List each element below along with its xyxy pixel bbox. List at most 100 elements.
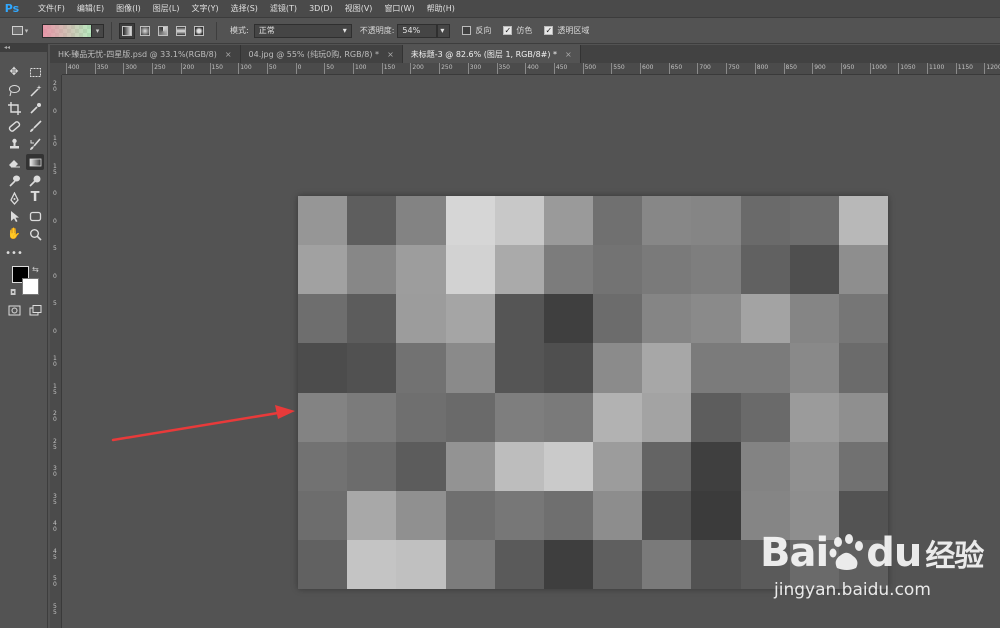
mosaic-tile — [593, 245, 643, 295]
reflected-gradient-button[interactable] — [173, 23, 189, 39]
quick-mask-icon[interactable] — [5, 302, 23, 318]
menu-item[interactable]: 视图(V) — [339, 0, 379, 18]
toolbar-collapse-button[interactable]: ◂◂ — [0, 44, 48, 52]
marquee-tool-icon[interactable] — [26, 64, 44, 80]
mosaic-tile — [396, 539, 446, 589]
vertical-ruler[interactable]: 2 0 0 1 0 1 5 0 0 5 0 5 0 1 0 1 5 2 0 2 5 3 0 3 5 4 0 4 5… — [50, 75, 62, 628]
menu-item[interactable]: 帮助(H) — [421, 0, 461, 18]
eraser-tool-icon[interactable] — [5, 154, 23, 170]
radial-gradient-icon — [140, 25, 150, 36]
clone-stamp-icon[interactable] — [5, 136, 23, 152]
mosaic-tile — [691, 441, 741, 491]
mosaic-tile — [691, 343, 741, 393]
mosaic-tile — [740, 343, 790, 393]
linear-gradient-icon — [122, 25, 132, 36]
mosaic-tile — [789, 441, 839, 491]
close-icon[interactable]: × — [565, 50, 572, 59]
menu-item[interactable]: 编辑(E) — [71, 0, 110, 18]
mosaic-tile — [593, 196, 643, 246]
mosaic-tile — [347, 294, 397, 344]
mosaic-tile — [593, 392, 643, 442]
mosaic-tile — [445, 539, 495, 589]
angle-gradient-button[interactable] — [155, 23, 171, 39]
brush-tool-icon[interactable] — [26, 118, 44, 134]
zoom-tool-icon[interactable] — [26, 226, 44, 242]
pen-tool-icon[interactable] — [5, 190, 23, 206]
close-icon[interactable]: × — [387, 50, 394, 59]
mosaic-tile — [740, 441, 790, 491]
mosaic-tile — [789, 343, 839, 393]
mosaic-tile — [691, 196, 741, 246]
gradient-swatch[interactable] — [42, 23, 92, 38]
mosaic-tile — [445, 245, 495, 295]
mosaic-tile — [347, 245, 397, 295]
ruler-tick-label: 1 0 — [53, 355, 57, 368]
opacity-input[interactable]: 54% — [397, 23, 438, 38]
dodge-tool-icon[interactable] — [26, 172, 44, 188]
mosaic-tile — [642, 441, 692, 491]
diamond-gradient-button[interactable] — [191, 23, 207, 39]
ruler-tick-label: 1200 — [986, 64, 1000, 71]
crop-tool-icon[interactable] — [5, 100, 23, 116]
watermark-brand-a: Bai — [760, 530, 829, 576]
angle-gradient-icon — [158, 25, 168, 36]
gradient-dropdown-button[interactable]: ▾ — [92, 23, 104, 38]
mosaic-tile — [593, 343, 643, 393]
menu-item[interactable]: 滤镜(T) — [264, 0, 303, 18]
hand-tool-icon[interactable]: ✋ — [5, 226, 23, 242]
menu-item[interactable]: 图像(I) — [110, 0, 147, 18]
menu-item[interactable]: 文字(Y) — [185, 0, 224, 18]
linear-gradient-button[interactable] — [119, 22, 135, 39]
ruler-tick-label: 250 — [154, 64, 166, 71]
ruler-tick-label: 2 0 — [53, 80, 57, 93]
menu-item[interactable]: 窗口(W) — [378, 0, 420, 18]
mosaic-tile — [838, 441, 888, 491]
more-tools-icon[interactable]: ••• — [5, 246, 23, 262]
background-color-swatch[interactable] — [22, 278, 39, 295]
ruler-tick-label: 450 — [555, 64, 568, 71]
history-brush-icon[interactable] — [26, 136, 44, 152]
ruler-origin[interactable] — [50, 63, 62, 75]
reverse-checkbox[interactable] — [462, 26, 472, 35]
healing-brush-icon[interactable] — [5, 118, 23, 134]
ruler-tick-label: 1050 — [900, 64, 916, 71]
default-colors-icon[interactable]: ◘ — [10, 288, 16, 297]
ruler-tick — [467, 63, 469, 74]
document-tab[interactable]: 04.jpg @ 55% (纯玩0购, RGB/8) * × — [240, 45, 403, 63]
shape-tool-icon[interactable] — [26, 208, 44, 224]
horizontal-ruler[interactable]: 400 350 300 250 200 150 100 50 0 50 100 150 200 250 30… — [62, 63, 1000, 75]
ruler-tick-label: 2 5 — [53, 437, 57, 451]
smudge-tool-icon[interactable] — [5, 172, 23, 188]
type-tool-icon[interactable]: T — [26, 190, 44, 206]
menu-item[interactable]: 文件(F) — [32, 0, 71, 18]
path-select-icon[interactable] — [5, 208, 23, 224]
swap-colors-icon[interactable]: ⇆ — [32, 265, 39, 274]
screen-mode-icon[interactable] — [26, 302, 44, 318]
mosaic-tile — [593, 490, 643, 540]
magic-wand-icon[interactable] — [26, 82, 44, 98]
lasso-tool-icon[interactable] — [5, 82, 23, 98]
diamond-gradient-icon — [194, 25, 204, 36]
transparency-checkbox[interactable]: ✓ — [544, 26, 554, 35]
arrow-shaft — [111, 411, 280, 442]
radial-gradient-button[interactable] — [137, 23, 153, 39]
document-tab[interactable]: HK-臻品无忧-四星版.psd @ 33.1%(RGB/8) × — [50, 45, 241, 63]
ruler-tick-label: 100 — [355, 64, 367, 71]
mode-select[interactable]: 正常 ▾ — [253, 23, 352, 38]
move-tool-icon[interactable]: ✥ — [5, 64, 23, 80]
mosaic-tile — [691, 294, 741, 344]
chevron-down-icon: ▾ — [342, 26, 347, 35]
menu-item[interactable]: 图层(L) — [147, 0, 186, 18]
mosaic-tile — [543, 490, 593, 540]
eyedropper-icon[interactable] — [26, 100, 44, 116]
gradient-tool-icon[interactable] — [26, 154, 44, 170]
menu-item[interactable]: 3D(D) — [303, 0, 339, 18]
menu-item[interactable]: 选择(S) — [225, 0, 264, 18]
ruler-tick — [553, 63, 555, 74]
opacity-dropdown[interactable]: ▾ — [437, 23, 451, 38]
tool-preset-picker[interactable]: ▾ — [8, 22, 32, 40]
close-icon[interactable]: × — [225, 50, 232, 59]
document-tab[interactable]: 未标题-3 @ 82.6% (图层 1, RGB/8#) * × — [402, 45, 581, 63]
dither-checkbox[interactable]: ✓ — [503, 26, 513, 35]
ruler-tick — [955, 63, 957, 74]
